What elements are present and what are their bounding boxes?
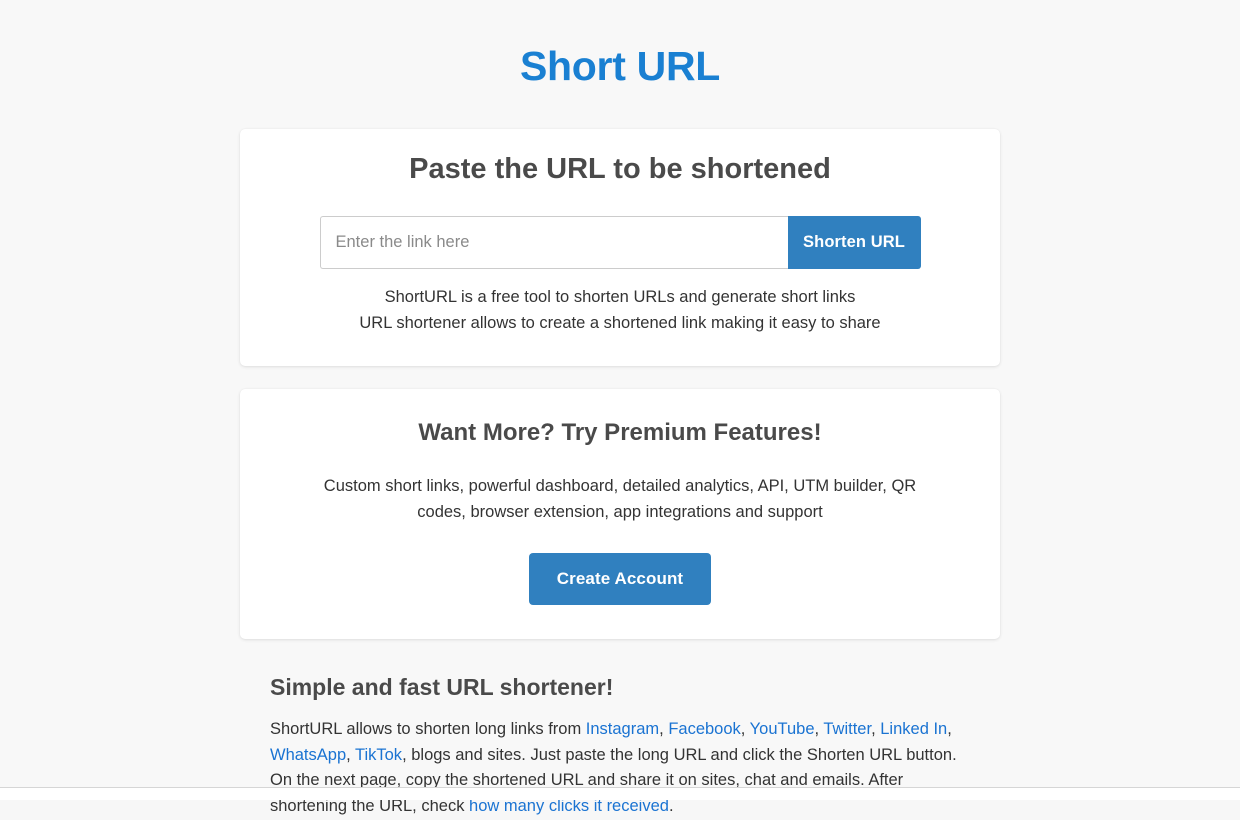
article-sep-6: ,: [346, 745, 355, 764]
shorten-form: Shorten URL: [280, 215, 960, 269]
premium-card-heading: Want More? Try Premium Features!: [418, 418, 822, 446]
bottom-strip: [0, 788, 1240, 800]
shorten-note-line-1: ShortURL is a free tool to shorten URLs …: [384, 287, 856, 306]
link-tiktok[interactable]: TikTok: [355, 746, 402, 764]
link-whatsapp[interactable]: WhatsApp: [270, 746, 346, 764]
article-sep-5: ,: [947, 719, 952, 738]
article-heading: Simple and fast URL shortener!: [270, 673, 614, 700]
shorten-card-heading: Paste the URL to be shortened: [409, 153, 831, 186]
link-instagram[interactable]: Instagram: [586, 720, 659, 738]
url-input[interactable]: [319, 215, 788, 269]
shorten-note-line-2: URL shortener allows to create a shorten…: [359, 313, 881, 332]
link-youtube[interactable]: YouTube: [750, 720, 815, 738]
page-root: Short URL Paste the URL to be shortened …: [0, 0, 1240, 815]
site-title: Short URL: [520, 43, 720, 89]
premium-card-description: Custom short links, powerful dashboard, …: [323, 476, 917, 521]
create-account-wrapper: Create Account: [280, 552, 960, 605]
shorten-card-note: ShortURL is a free tool to shorten URLs …: [280, 284, 960, 336]
create-account-button[interactable]: Create Account: [528, 552, 712, 605]
shorten-url-button[interactable]: Shorten URL: [787, 215, 921, 269]
article-sep-1: ,: [659, 719, 669, 738]
article-sep-2: ,: [740, 719, 750, 738]
shorten-url-card: Paste the URL to be shortened Shorten UR…: [240, 129, 1000, 366]
article-sep-4: ,: [871, 719, 881, 738]
link-linkedin[interactable]: Linked In: [880, 720, 947, 738]
link-facebook[interactable]: Facebook: [668, 720, 740, 738]
article-paragraph: ShortURL allows to shorten long links fr…: [270, 717, 970, 820]
article-text-1: ShortURL allows to shorten long links fr…: [270, 719, 586, 738]
premium-features-card: Want More? Try Premium Features! Custom …: [240, 388, 1000, 639]
link-twitter[interactable]: Twitter: [823, 720, 871, 738]
